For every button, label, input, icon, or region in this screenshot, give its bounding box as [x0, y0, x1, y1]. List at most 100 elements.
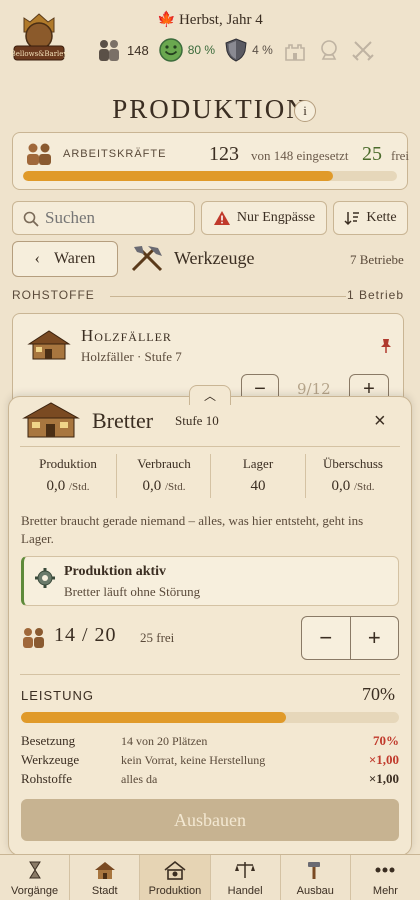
- factor-key: Besetzung: [21, 733, 76, 748]
- search-icon: [23, 211, 39, 227]
- search-input[interactable]: [45, 208, 185, 228]
- gear-icon: [35, 568, 55, 588]
- warning-icon: [213, 211, 230, 225]
- detail-note: Bretter braucht gerade niemand – alles, …: [21, 513, 364, 546]
- workers-label: ARBEITSKRÄFTE: [63, 148, 167, 160]
- section-count: 1 Betrieb: [346, 288, 404, 302]
- chain-sort-button[interactable]: Kette: [333, 201, 408, 235]
- add-worker-button[interactable]: +: [349, 617, 399, 659]
- nav-label: Handel: [227, 885, 263, 897]
- section-divider: [110, 296, 346, 297]
- workshop-icon: [164, 860, 186, 880]
- info-button[interactable]: i: [294, 100, 316, 122]
- more-icon: [375, 867, 395, 873]
- metric-unit: /Std.: [354, 481, 375, 493]
- workers-progress-bar: [23, 171, 397, 181]
- hammer-icon: [308, 862, 321, 879]
- bottleneck-filter-label: Nur Engpässe: [236, 210, 316, 225]
- nav-tab-ausbau[interactable]: Ausbau: [279, 855, 350, 900]
- nav-tab-mehr[interactable]: Mehr: [349, 855, 420, 900]
- metric-unit: /Std.: [165, 481, 186, 493]
- lumber-hut-icon: [27, 330, 71, 360]
- factor-key: Werkzeuge: [21, 752, 80, 767]
- metric-storage: Lager 40: [210, 456, 306, 495]
- upgrade-button[interactable]: Ausbauen: [21, 799, 399, 841]
- workers-progress-fill: [23, 171, 334, 181]
- factor-mult: ×1,00: [368, 752, 399, 767]
- defense-value: 4 %: [252, 43, 273, 57]
- workers-of-text: von 148 eingesetzt: [251, 148, 349, 163]
- detail-title: Bretter: [92, 408, 154, 433]
- performance-value: 70%: [362, 684, 395, 704]
- section-label: ROHSTOFFE: [12, 288, 95, 302]
- sawmill-icon: [22, 402, 80, 438]
- chevron-left-icon: ‹: [34, 250, 40, 267]
- metric-label: Verbrauch: [137, 456, 191, 471]
- nav-tab-handel[interactable]: Handel: [209, 855, 280, 900]
- scales-icon: [235, 862, 256, 878]
- close-icon[interactable]: ×: [374, 410, 386, 433]
- factor-desc: kein Vorrat, keine Herstellung: [121, 753, 266, 767]
- remove-worker-button[interactable]: −: [302, 617, 350, 659]
- worker-stepper[interactable]: − +: [301, 616, 399, 660]
- shield-icon: [225, 38, 247, 62]
- bottom-nav: Vorgänge Stadt Produktion Handel Ausbau …: [0, 854, 420, 900]
- back-to-goods-button[interactable]: ‹ Waren: [12, 241, 118, 277]
- building-subtitle: Holzfäller · Stufe 7: [81, 349, 182, 364]
- workers-icon: [23, 628, 44, 648]
- maple-leaf-icon: 🍁: [157, 12, 176, 28]
- status-subtitle: Bretter läuft ohne Störung: [64, 584, 201, 599]
- metric-value: 40: [250, 478, 266, 494]
- defense-stat[interactable]: 4 %: [225, 38, 273, 62]
- house-icon: [94, 862, 115, 879]
- performance-label: LEISTUNG: [21, 688, 95, 703]
- happiness-value: 80 %: [187, 43, 216, 57]
- building-name: Holzfäller: [81, 326, 172, 345]
- chain-sort-label: Kette: [366, 210, 397, 225]
- workers-free-count: 25: [362, 143, 382, 165]
- metric-surplus: Überschuss 0,0 /Std.: [305, 456, 401, 495]
- happiness-stat[interactable]: 80 %: [158, 38, 216, 62]
- population-stat[interactable]: 148: [96, 38, 149, 62]
- detail-divider: [20, 446, 400, 447]
- free-workers: 25 frei: [140, 630, 175, 645]
- category-count: 7 Betriebe: [350, 252, 404, 267]
- nav-label: Produktion: [148, 885, 202, 897]
- sheet-handle[interactable]: ︿: [189, 385, 231, 405]
- castle-icon[interactable]: [283, 38, 307, 62]
- nav-label: Stadt: [91, 885, 118, 897]
- performance-bar: [21, 712, 399, 723]
- factor-mult: 70%: [373, 733, 399, 748]
- sort-icon: [344, 212, 360, 226]
- crossed-swords-icon[interactable]: [351, 38, 375, 62]
- back-label: Waren: [53, 250, 96, 267]
- pin-icon[interactable]: [379, 338, 393, 354]
- logo-lettering: Bellows&Barley: [11, 50, 68, 58]
- factor-key: Rohstoffe: [21, 771, 73, 786]
- people-icon: [99, 40, 119, 61]
- metric-consumption: Verbrauch 0,0 /Std.: [116, 456, 212, 495]
- detail-divider: [20, 674, 400, 675]
- workers-panel: ARBEITSKRÄFTE 123 von 148 eingesetzt 25 …: [12, 132, 410, 190]
- page-title: PRODUKTION: [112, 94, 308, 124]
- metric-label: Überschuss: [323, 456, 383, 471]
- metric-production: Produktion 0,0 /Std.: [20, 456, 116, 495]
- nav-tab-vorgaenge[interactable]: Vorgänge: [0, 855, 69, 900]
- workers-free-label: frei: [391, 148, 410, 163]
- population-value: 148: [127, 42, 149, 58]
- nav-label: Mehr: [372, 885, 398, 897]
- crystal-ball-icon[interactable]: [317, 38, 341, 62]
- metric-value: 0,0: [142, 478, 162, 494]
- factor-row: Rohstoffe alles da ×1,00: [21, 771, 399, 789]
- category-title: Werkzeuge: [174, 248, 255, 268]
- bottleneck-filter-button[interactable]: Nur Engpässe: [201, 201, 327, 235]
- tools-icon: [131, 246, 163, 272]
- search-box[interactable]: [12, 201, 195, 235]
- factor-row: Werkzeuge kein Vorrat, keine Herstellung…: [21, 752, 399, 770]
- metric-value: 0,0: [331, 478, 351, 494]
- nav-tab-produktion[interactable]: Produktion: [139, 855, 210, 900]
- nav-label: Ausbau: [296, 885, 334, 897]
- nav-tab-stadt[interactable]: Stadt: [69, 855, 139, 900]
- nav-label: Vorgänge: [11, 885, 59, 897]
- metric-label: Produktion: [39, 456, 97, 471]
